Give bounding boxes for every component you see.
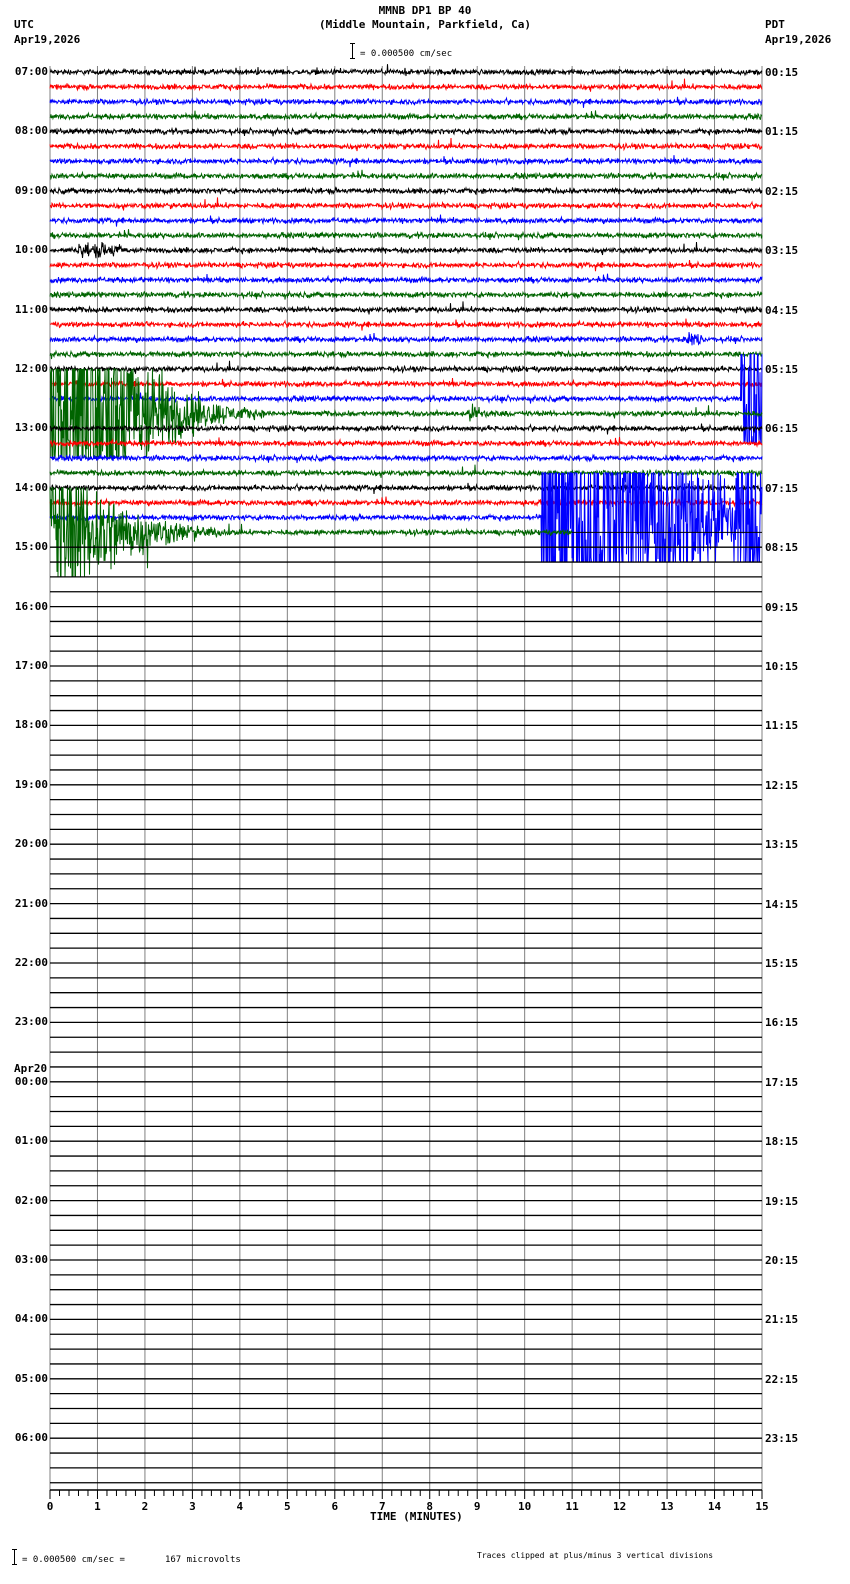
pdt-hour-label: 17:15 [765, 1077, 798, 1089]
x-tick-label: 3 [177, 1501, 207, 1513]
utc-hour-label: 00:00 [15, 1076, 48, 1088]
x-tick-label: 10 [510, 1501, 540, 1513]
seismic-trace-row [50, 301, 762, 314]
footer-microvolts: 167 microvolts [165, 1555, 241, 1565]
pdt-hour-label: 15:15 [765, 958, 798, 970]
utc-hour-label: 12:00 [15, 363, 48, 375]
utc-hour-label: 02:00 [15, 1195, 48, 1207]
pdt-hour-label: 20:15 [765, 1255, 798, 1267]
utc-date-label: Apr20 [14, 1063, 47, 1075]
seismic-trace-row [50, 197, 762, 210]
seismic-trace-row [50, 64, 762, 76]
x-tick-label: 0 [35, 1501, 65, 1513]
seismic-trace-row [50, 291, 762, 299]
seismic-trace-row [50, 437, 762, 447]
x-tick-label: 9 [462, 1501, 492, 1513]
pdt-hour-label: 14:15 [765, 899, 798, 911]
x-axis-label: TIME (MINUTES) [370, 1511, 463, 1523]
seismic-trace-row [50, 128, 762, 136]
seismic-trace-row [50, 97, 762, 108]
pdt-hour-label: 19:15 [765, 1196, 798, 1208]
clip-note: Traces clipped at plus/minus 3 vertical … [477, 1550, 713, 1562]
utc-hour-label: 19:00 [15, 779, 48, 791]
pdt-hour-label: 02:15 [765, 186, 798, 198]
pdt-hour-label: 08:15 [765, 542, 798, 554]
footer-scale: = 0.000500 cm/sec = 167 microvolts [2, 1549, 241, 1566]
pdt-hour-label: 16:15 [765, 1017, 798, 1029]
utc-hour-label: 04:00 [15, 1313, 48, 1325]
footer-scale-value: = 0.000500 cm/sec = [22, 1555, 125, 1565]
pdt-hour-label: 05:15 [765, 364, 798, 376]
utc-hour-label: 22:00 [15, 957, 48, 969]
seismic-trace-row [50, 361, 762, 374]
seismic-trace-row [50, 274, 762, 284]
x-tick-label: 4 [225, 1501, 255, 1513]
utc-hour-label: 13:00 [15, 422, 48, 434]
x-tick-label: 2 [130, 1501, 160, 1513]
seismic-trace-row [50, 351, 762, 359]
utc-hour-label: 15:00 [15, 541, 48, 553]
x-tick-label: 15 [747, 1501, 777, 1513]
pdt-hour-label: 07:15 [765, 483, 798, 495]
x-tick-label: 1 [82, 1501, 112, 1513]
x-tick-label: 14 [700, 1501, 730, 1513]
utc-hour-label: 18:00 [15, 719, 48, 731]
seismic-trace-row [50, 332, 762, 345]
utc-hour-label: 23:00 [15, 1016, 48, 1028]
seismic-trace-row [50, 229, 762, 240]
utc-hour-label: 09:00 [15, 185, 48, 197]
pdt-hour-label: 11:15 [765, 720, 798, 732]
seismic-trace-row [50, 473, 762, 562]
utc-hour-label: 16:00 [15, 601, 48, 613]
seismic-trace-row [50, 319, 762, 331]
utc-hour-label: 20:00 [15, 838, 48, 850]
seismic-trace-row [50, 155, 762, 167]
seismic-trace-row [50, 79, 762, 92]
scale-bar-icon [12, 1549, 17, 1565]
seismic-trace-row [50, 378, 762, 390]
x-tick-label: 13 [652, 1501, 682, 1513]
x-tick-label: 6 [320, 1501, 350, 1513]
utc-hour-label: 07:00 [15, 66, 48, 78]
x-tick-label: 5 [272, 1501, 302, 1513]
pdt-hour-label: 04:15 [765, 305, 798, 317]
seismic-trace-row [50, 187, 762, 194]
x-tick-label: 12 [605, 1501, 635, 1513]
pdt-hour-label: 23:15 [765, 1433, 798, 1445]
utc-hour-label: 06:00 [15, 1432, 48, 1444]
pdt-hour-label: 06:15 [765, 423, 798, 435]
utc-hour-label: 14:00 [15, 482, 48, 494]
seismic-trace-row [50, 455, 762, 463]
helicorder-plot [0, 0, 850, 1584]
utc-hour-label: 21:00 [15, 898, 48, 910]
pdt-hour-label: 18:15 [765, 1136, 798, 1148]
utc-hour-label: 10:00 [15, 244, 48, 256]
pdt-hour-label: 03:15 [765, 245, 798, 257]
utc-hour-label: 17:00 [15, 660, 48, 672]
seismic-trace-row [50, 488, 572, 577]
utc-hour-label: 03:00 [15, 1254, 48, 1266]
pdt-hour-label: 00:15 [765, 67, 798, 79]
pdt-hour-label: 09:15 [765, 602, 798, 614]
seismic-trace-row [50, 170, 762, 181]
seismic-trace-row [50, 260, 762, 271]
pdt-hour-label: 21:15 [765, 1314, 798, 1326]
x-tick-label: 11 [557, 1501, 587, 1513]
utc-hour-label: 05:00 [15, 1373, 48, 1385]
utc-hour-label: 08:00 [15, 125, 48, 137]
pdt-hour-label: 22:15 [765, 1374, 798, 1386]
utc-hour-label: 01:00 [15, 1135, 48, 1147]
pdt-hour-label: 13:15 [765, 839, 798, 851]
seismic-trace-row [50, 110, 762, 120]
seismic-trace-row [50, 242, 762, 258]
utc-hour-label: 11:00 [15, 304, 48, 316]
pdt-hour-label: 01:15 [765, 126, 798, 138]
seismic-trace-row [50, 138, 762, 151]
pdt-hour-label: 10:15 [765, 661, 798, 673]
seismic-trace-row [50, 215, 762, 227]
pdt-hour-label: 12:15 [765, 780, 798, 792]
